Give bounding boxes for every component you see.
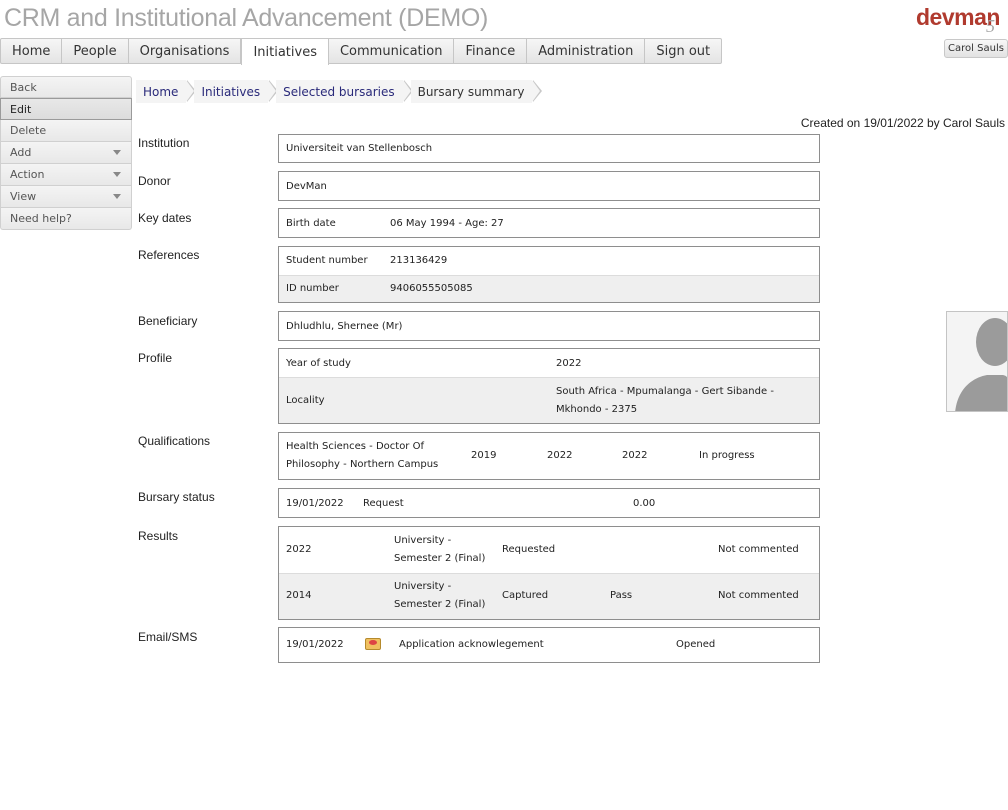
- result-state: Requested: [502, 544, 556, 555]
- qualification-name[interactable]: Health Sciences - Doctor Of Philosophy -…: [286, 438, 456, 474]
- qualifications-label: Qualifications: [138, 434, 211, 448]
- menu-people[interactable]: People: [62, 39, 129, 63]
- donor-value[interactable]: DevMan: [286, 178, 327, 196]
- profile-row: Year of study 2022: [279, 349, 819, 377]
- bursary-amount: 0.00: [633, 498, 656, 509]
- result-comment: Not commented: [718, 544, 799, 555]
- beneficiary-label: Beneficiary: [138, 314, 198, 328]
- donor-box: DevMan: [278, 171, 820, 201]
- menu-sign-out[interactable]: Sign out: [645, 39, 721, 63]
- view-dropdown[interactable]: View: [0, 186, 132, 208]
- chevron-down-icon: [113, 194, 121, 199]
- email-date[interactable]: 19/01/2022: [286, 636, 344, 654]
- profile-row: Locality South Africa - Mpumalanga - Ger…: [279, 377, 819, 423]
- reference-row: Student number 213136429: [279, 247, 819, 275]
- chevron-down-icon: [113, 150, 121, 155]
- back-label: Back: [10, 80, 37, 94]
- bursary-status-label: Bursary status: [138, 490, 215, 504]
- year-of-study-label: Year of study: [286, 358, 351, 369]
- email-status: Opened: [676, 639, 716, 650]
- help-label: Need help?: [10, 212, 72, 225]
- result-year[interactable]: 2022: [286, 541, 311, 559]
- beneficiary-value[interactable]: Dhludhlu, Shernee (Mr): [286, 318, 402, 336]
- menu-organisations[interactable]: Organisations: [129, 39, 242, 63]
- beneficiary-box: Dhludhlu, Shernee (Mr): [278, 311, 820, 341]
- result-row: 2014 University - Semester 2 (Final) Cap…: [279, 573, 819, 619]
- back-button[interactable]: Back: [0, 76, 132, 98]
- bursary-status-box: 19/01/2022 Request 0.00: [278, 488, 820, 518]
- key-dates-label: Key dates: [138, 211, 192, 225]
- menu-home[interactable]: Home: [1, 39, 63, 63]
- bursary-date[interactable]: 19/01/2022: [286, 495, 344, 513]
- email-sms-label: Email/SMS: [138, 630, 198, 644]
- logo-version: 5: [986, 16, 995, 36]
- action-sidebar: Back Edit Delete Add Action View Need he…: [0, 76, 132, 230]
- breadcrumb: Home Initiatives Selected bursaries Burs…: [136, 80, 543, 103]
- add-label: Add: [10, 146, 32, 159]
- result-period: University - Semester 2 (Final): [394, 535, 486, 564]
- birth-date-label: Birth date: [286, 218, 336, 229]
- delete-button[interactable]: Delete: [0, 120, 132, 142]
- key-dates-box: Birth date 06 May 1994 - Age: 27: [278, 208, 820, 238]
- action-dropdown[interactable]: Action: [0, 164, 132, 186]
- id-number-label: ID number: [286, 283, 339, 294]
- app-title: CRM and Institutional Advancement (DEMO): [4, 4, 489, 32]
- id-number-value: 9406055505085: [390, 283, 473, 294]
- person-silhouette-icon: [947, 312, 1007, 411]
- beneficiary-photo: [946, 311, 1008, 412]
- student-number-label: Student number: [286, 255, 368, 266]
- help-button[interactable]: Need help?: [0, 208, 132, 230]
- institution-box: Universiteit van Stellenbosch: [278, 134, 820, 163]
- qualifications-box: Health Sciences - Doctor Of Philosophy -…: [278, 432, 820, 480]
- breadcrumb-initiatives[interactable]: Initiatives: [194, 80, 278, 103]
- result-period: University - Semester 2 (Final): [394, 581, 486, 610]
- user-button[interactable]: Carol Sauls: [944, 39, 1008, 58]
- view-label: View: [10, 190, 37, 203]
- main-menu: Home People Organisations Initiatives Co…: [0, 38, 723, 65]
- result-state: Captured: [502, 590, 549, 601]
- qualification-start: 2019: [471, 450, 497, 461]
- add-dropdown[interactable]: Add: [0, 142, 132, 164]
- edit-label: Edit: [10, 102, 32, 116]
- year-of-study-value: 2022: [556, 358, 582, 369]
- references-label: References: [138, 248, 200, 262]
- donor-label: Donor: [138, 174, 171, 188]
- qualification-year: 2022: [622, 450, 648, 461]
- breadcrumb-home[interactable]: Home: [136, 80, 197, 103]
- birth-date-value: 06 May 1994 - Age: 27: [390, 218, 504, 229]
- result-year[interactable]: 2014: [286, 587, 311, 605]
- delete-label: Delete: [10, 124, 47, 137]
- menu-initiatives[interactable]: Initiatives: [241, 38, 329, 65]
- qualification-end: 2022: [547, 450, 573, 461]
- envelope-icon: [365, 638, 381, 650]
- action-label: Action: [10, 168, 45, 181]
- email-sms-box: 19/01/2022 Application acknowlegement Op…: [278, 627, 820, 663]
- reference-row: ID number 9406055505085: [279, 275, 819, 302]
- qualification-status: In progress: [699, 450, 755, 461]
- menu-finance[interactable]: Finance: [454, 39, 528, 63]
- breadcrumb-selected-bursaries[interactable]: Selected bursaries: [276, 80, 413, 103]
- email-subject: Application acknowlegement: [399, 639, 544, 650]
- bursary-status-value: Request: [363, 498, 404, 509]
- devman-logo: devman 5: [916, 4, 1008, 38]
- results-label: Results: [138, 529, 179, 543]
- institution-value[interactable]: Universiteit van Stellenbosch: [286, 140, 432, 158]
- result-row: 2022 University - Semester 2 (Final) Req…: [279, 527, 819, 573]
- breadcrumb-bursary-summary: Bursary summary: [410, 80, 543, 103]
- profile-label: Profile: [138, 351, 173, 365]
- edit-button[interactable]: Edit: [0, 98, 132, 120]
- references-box: Student number 213136429 ID number 94060…: [278, 246, 820, 303]
- student-number-value: 213136429: [390, 255, 448, 266]
- locality-value: South Africa - Mpumalanga - Gert Sibande…: [556, 386, 774, 415]
- menu-administration[interactable]: Administration: [527, 39, 646, 63]
- results-box: 2022 University - Semester 2 (Final) Req…: [278, 526, 820, 620]
- locality-label: Locality: [286, 395, 325, 406]
- result-comment: Not commented: [718, 590, 799, 601]
- result-outcome: Pass: [610, 590, 633, 601]
- institution-label: Institution: [138, 136, 190, 150]
- menu-communication[interactable]: Communication: [329, 39, 455, 63]
- chevron-down-icon: [113, 172, 121, 177]
- profile-box: Year of study 2022 Locality South Africa…: [278, 348, 820, 424]
- created-info: Created on 19/01/2022 by Carol Sauls: [800, 116, 1005, 130]
